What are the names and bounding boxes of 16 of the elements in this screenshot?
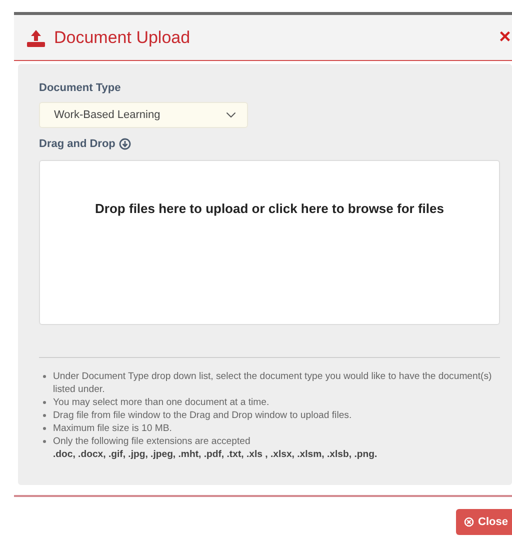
file-extensions-text: .doc, .docx, .gif, .jpg, .jpeg, .mht, .pdf, .txt, .xls , .xlsx, .xlsm, .xlsb, .png. <box>53 448 378 461</box>
drag-and-drop-label: Drag and Drop <box>39 138 116 150</box>
instruction-text: Maximum file size is 10 MB. <box>53 423 172 434</box>
instruction-text: Under Document Type drop down list, select the document type you would like to have the document(s) listed under. <box>53 371 492 395</box>
document-type-label: Document Type <box>39 82 121 94</box>
document-type-dropdown[interactable]: Work-Based Learning <box>39 102 248 128</box>
drop-zone[interactable]: Drop files here to upload or click here to browse for files <box>39 160 500 325</box>
close-circle-icon <box>464 517 474 527</box>
instruction-text: Only the following file extensions are accepted <box>53 436 250 447</box>
instruction-text: You may select more than one document at a time. <box>53 397 270 408</box>
close-button[interactable]: Close <box>456 509 512 535</box>
close-button[interactable]: × <box>498 26 512 49</box>
download-icon <box>119 138 132 150</box>
instruction-text: Drag file from file window to the Drag and Drop window to upload files. <box>53 410 352 421</box>
upload-icon <box>26 28 46 46</box>
dialog-title: Document Upload <box>54 28 192 48</box>
